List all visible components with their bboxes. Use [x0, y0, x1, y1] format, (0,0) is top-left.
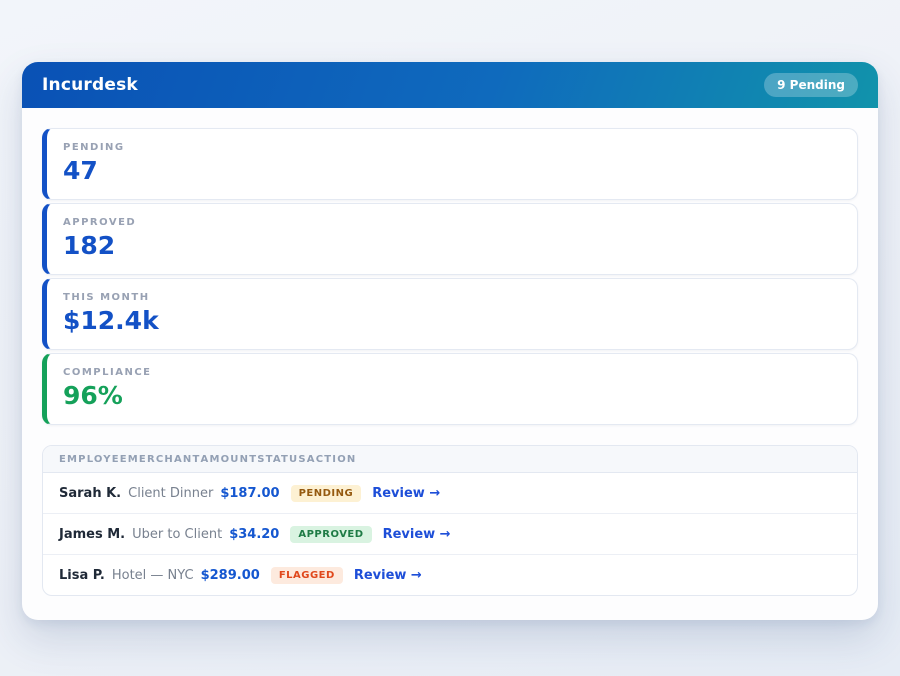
employee-name: James M. — [59, 527, 125, 542]
app-body: PENDING 47 APPROVED 182 THIS MONTH $12.4… — [22, 108, 878, 620]
employee-name: Lisa P. — [59, 568, 105, 583]
app-header: Incurdesk 9 Pending — [22, 62, 878, 108]
stat-label: COMPLIANCE — [63, 367, 841, 378]
table-header-row: EMPLOYEE MERCHANT AMOUNT STATUS ACTION — [43, 446, 857, 473]
review-link[interactable]: Review → — [354, 568, 422, 583]
amount-value: $187.00 — [220, 486, 279, 501]
status-badge: APPROVED — [290, 526, 371, 543]
table-row: Lisa P. Hotel — NYC $289.00 FLAGGED Revi… — [43, 555, 857, 595]
stats-section: PENDING 47 APPROVED 182 THIS MONTH $12.4… — [42, 128, 858, 425]
column-header: EMPLOYEE — [59, 454, 128, 465]
employee-name: Sarah K. — [59, 486, 121, 501]
column-header: AMOUNT — [201, 454, 258, 465]
stat-value: 96% — [63, 382, 841, 410]
column-header: ACTION — [307, 454, 357, 465]
stat-value: $12.4k — [63, 307, 841, 335]
table-row: Sarah K. Client Dinner $187.00 PENDING R… — [43, 473, 857, 514]
merchant-label: Hotel — NYC — [112, 568, 194, 583]
status-badge: PENDING — [291, 485, 362, 502]
pending-count-badge: 9 Pending — [764, 73, 858, 97]
app-card: Incurdesk 9 Pending PENDING 47 APPROVED … — [22, 62, 878, 620]
amount-value: $34.20 — [229, 527, 279, 542]
merchant-label: Uber to Client — [132, 527, 222, 542]
stat-label: APPROVED — [63, 217, 841, 228]
status-badge: FLAGGED — [271, 567, 343, 584]
column-header: MERCHANT — [128, 454, 201, 465]
stat-value: 182 — [63, 232, 841, 260]
table-row: James M. Uber to Client $34.20 APPROVED … — [43, 514, 857, 555]
app-title: Incurdesk — [42, 75, 138, 95]
stat-label: THIS MONTH — [63, 292, 841, 303]
amount-value: $289.00 — [201, 568, 260, 583]
review-link[interactable]: Review → — [383, 527, 451, 542]
merchant-label: Client Dinner — [128, 486, 213, 501]
stat-card: THIS MONTH $12.4k — [42, 278, 858, 350]
table-body: Sarah K. Client Dinner $187.00 PENDING R… — [43, 473, 857, 595]
stat-card: COMPLIANCE 96% — [42, 353, 858, 425]
column-header: STATUS — [257, 454, 307, 465]
page-background: Incurdesk 9 Pending PENDING 47 APPROVED … — [0, 0, 900, 676]
stat-card: APPROVED 182 — [42, 203, 858, 275]
stat-label: PENDING — [63, 142, 841, 153]
expense-table: EMPLOYEE MERCHANT AMOUNT STATUS ACTION S… — [42, 445, 858, 596]
stat-card: PENDING 47 — [42, 128, 858, 200]
review-link[interactable]: Review → — [372, 486, 440, 501]
stat-value: 47 — [63, 157, 841, 185]
